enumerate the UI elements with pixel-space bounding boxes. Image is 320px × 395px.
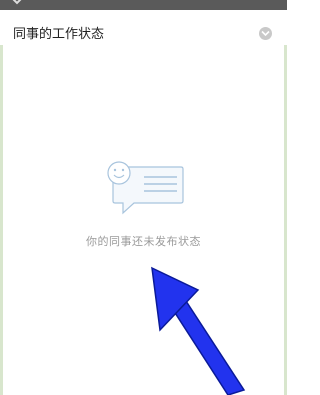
panel-right-border (284, 45, 287, 395)
chat-bubble-smiley-icon (107, 161, 184, 215)
chevron-down-icon (261, 30, 270, 37)
top-backdrop (0, 0, 287, 10)
close-button[interactable] (259, 27, 272, 40)
blue-arrow-pointer-icon (151, 266, 246, 395)
back-chevron-icon[interactable] (9, 0, 25, 8)
empty-state-message: 你的同事还未发布状态 (86, 235, 201, 248)
panel-left-border (0, 45, 3, 395)
panel-title: 同事的工作状态 (13, 27, 105, 42)
